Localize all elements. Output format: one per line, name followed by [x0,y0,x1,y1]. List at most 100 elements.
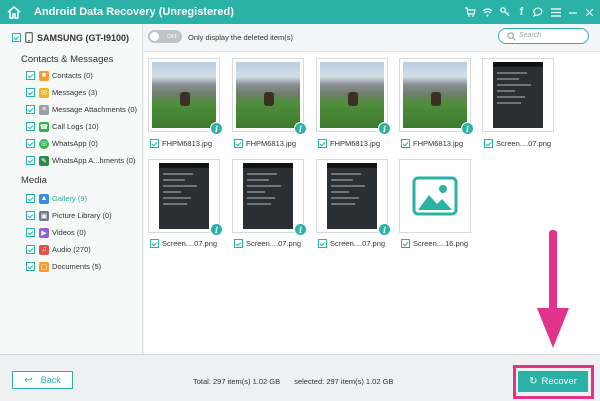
documents-checkbox[interactable] [26,262,35,271]
sidebar-item-label: Contacts (0) [52,71,93,80]
whatsapp-attachments-checkbox[interactable] [26,156,35,165]
sidebar-item-label: Call Logs (10) [52,122,99,131]
item-checkbox[interactable] [318,239,327,248]
item-checkbox[interactable] [484,139,493,148]
sidebar-item-messages[interactable]: ✉ Messages (3) [26,86,97,99]
gallery-thumb[interactable] [399,159,471,233]
sidebar-item-whatsapp-attachments[interactable]: ✎ WhatsApp A...hments (0) [26,154,135,167]
sidebar-item-audio[interactable]: ♫ Audio (270) [26,243,91,256]
sidebar-item-label: Picture Library (0) [52,211,112,220]
gallery-caption[interactable]: FHPM6813.jpg [401,139,463,148]
gallery-caption[interactable]: FHPM6813.jpg [150,139,212,148]
file-name: Screen....16.png [413,239,469,248]
info-icon[interactable]: i [210,122,223,135]
key-icon[interactable] [496,0,513,24]
picture-library-icon: ▣ [39,210,49,221]
gallery-caption[interactable]: Screen....07.png [234,239,301,248]
cart-icon[interactable] [462,0,479,24]
item-checkbox[interactable] [234,139,243,148]
sidebar-item-label: Messages (3) [52,88,98,97]
file-name: Screen....07.png [246,239,302,248]
chat-icon[interactable] [530,0,547,24]
whatsapp-checkbox[interactable] [26,139,35,148]
wifi-icon[interactable] [479,0,496,24]
audio-icon: ♫ [39,244,49,255]
gallery-grid: i FHPM6813.jpg i FHPM6813.jpg i FHPM6813… [144,51,600,354]
minimize-icon[interactable] [564,0,581,24]
sidebar-item-gallery[interactable]: ▲ Gallery (9) [26,192,87,205]
attachment-icon: ≡ [39,104,49,115]
gallery-caption[interactable]: FHPM6813.jpg [234,139,296,148]
item-checkbox[interactable] [401,139,410,148]
sidebar-item-documents[interactable]: ▢ Documents (5) [26,260,101,273]
file-name: Screen....07.png [162,239,218,248]
info-icon[interactable]: i [378,223,391,236]
info-icon[interactable]: i [378,122,391,135]
gallery-checkbox[interactable] [26,194,35,203]
photo-landscape [320,62,384,128]
gallery-thumb[interactable]: i [148,159,223,236]
info-icon[interactable]: i [461,122,474,135]
info-icon[interactable]: i [294,223,307,236]
file-name: FHPM6813.jpg [246,139,297,148]
close-icon[interactable] [581,0,598,24]
search-input[interactable]: Search [498,28,589,44]
phone-screenshot [327,163,377,229]
gallery-thumb[interactable]: i [232,58,307,135]
gallery-caption[interactable]: Screen....16.png [401,239,468,248]
facebook-icon[interactable]: f [513,0,530,24]
file-name: FHPM6813.jpg [162,139,213,148]
device-row[interactable]: SAMSUNG (GT-I9100) [12,32,129,43]
item-checkbox[interactable] [318,139,327,148]
sidebar-item-message-attachments[interactable]: ≡ Message Attachments (0) [26,103,137,116]
sidebar-item-contacts[interactable]: ■ Contacts (0) [26,69,93,82]
search-placeholder: Search [519,32,542,39]
item-checkbox[interactable] [150,139,159,148]
item-checkbox[interactable] [401,239,410,248]
gallery-caption[interactable]: Screen....07.png [318,239,385,248]
messages-checkbox[interactable] [26,88,35,97]
gallery-thumb[interactable]: i [399,58,474,135]
sidebar-item-label: WhatsApp (0) [52,139,98,148]
menu-icon[interactable] [547,0,564,24]
gallery-caption[interactable]: FHPM6813.jpg [318,139,380,148]
sidebar-item-videos[interactable]: ▶ Videos (0) [26,226,86,239]
gallery-caption[interactable]: Screen....07.png [484,139,551,148]
app-title: Android Data Recovery (Unregistered) [34,6,234,18]
phone-screenshot [243,163,293,229]
info-icon[interactable]: i [294,122,307,135]
sidebar-item-picture-library[interactable]: ▣ Picture Library (0) [26,209,112,222]
phone-screenshot [159,163,209,229]
sidebar-item-call-logs[interactable]: ☎ Call Logs (10) [26,120,99,133]
gallery-thumb[interactable]: i [232,159,307,236]
item-checkbox[interactable] [150,239,159,248]
sidebar-item-whatsapp[interactable]: ☏ WhatsApp (0) [26,137,98,150]
messages-icon: ✉ [39,87,49,98]
device-checkbox[interactable] [12,33,21,42]
back-label: Back [40,375,61,385]
audio-checkbox[interactable] [26,245,35,254]
deleted-only-toggle[interactable]: OFF [148,30,182,43]
info-icon[interactable]: i [210,223,223,236]
contacts-checkbox[interactable] [26,71,35,80]
photo-landscape [152,62,216,128]
sidebar-item-label: Videos (0) [52,228,87,237]
gallery-thumb[interactable]: i [316,58,391,135]
filter-bar: OFF Only display the deleted item(s) Sea… [144,24,600,51]
gallery-thumb[interactable] [482,58,554,132]
gallery-thumb[interactable]: i [316,159,391,236]
item-checkbox[interactable] [234,239,243,248]
picture-library-checkbox[interactable] [26,211,35,220]
back-button[interactable]: ↩ Back [12,371,73,389]
home-icon[interactable] [0,0,28,24]
call-logs-checkbox[interactable] [26,122,35,131]
sidebar-item-label: WhatsApp A...hments (0) [52,156,136,165]
recover-button[interactable]: ↻ Recover [518,371,588,392]
photo-landscape [236,62,300,128]
gallery-icon: ▲ [39,193,49,204]
gallery-thumb[interactable]: i [148,58,223,135]
gallery-caption[interactable]: Screen....07.png [150,239,217,248]
message-attachments-checkbox[interactable] [26,105,35,114]
phone-screenshot [493,62,543,128]
videos-checkbox[interactable] [26,228,35,237]
